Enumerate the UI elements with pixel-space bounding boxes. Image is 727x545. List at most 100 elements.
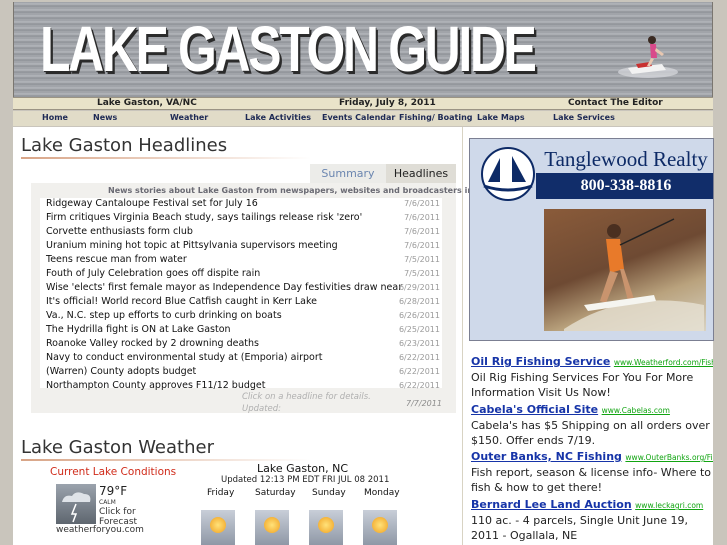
nav-weather[interactable]: Weather bbox=[170, 113, 208, 122]
news-title[interactable]: Corvette enthusiasts form club bbox=[46, 226, 193, 237]
news-date: 6/22/2011 bbox=[398, 367, 440, 376]
news-row[interactable]: Uranium mining hot topic at Pittsylvania… bbox=[40, 240, 442, 254]
news-row[interactable]: It's official! World record Blue Catfish… bbox=[40, 296, 442, 310]
news-title[interactable]: Northampton County approves F11/12 budge… bbox=[46, 380, 265, 391]
news-title[interactable]: (Warren) County adopts budget bbox=[46, 366, 196, 377]
banner-water-background: LAKE GASTON GUIDE bbox=[13, 2, 713, 97]
news-date: 7/6/2011 bbox=[404, 213, 440, 222]
news-updated-date: 7/7/2011 bbox=[406, 399, 442, 408]
news-title[interactable]: Uranium mining hot topic at Pittsylvania… bbox=[46, 240, 338, 251]
forecast-day: Sunday bbox=[312, 488, 346, 498]
news-title[interactable]: Roanoke Valley rocked by 2 drowning deat… bbox=[46, 338, 259, 349]
current-conditions-title: Current Lake Conditions bbox=[50, 466, 177, 478]
news-date: 6/26/2011 bbox=[398, 311, 440, 320]
sunny-icon bbox=[309, 510, 343, 545]
forecast-link[interactable]: Click for Forecast bbox=[99, 507, 139, 527]
site-banner: LAKE GASTON GUIDE bbox=[0, 0, 727, 97]
news-row[interactable]: Fouth of July Celebration goes off dispi… bbox=[40, 268, 442, 282]
news-row[interactable]: Wise 'elects' first female mayor as Inde… bbox=[40, 282, 442, 296]
news-date: 6/28/2011 bbox=[398, 297, 440, 306]
news-row[interactable]: Navy to conduct environmental study at (… bbox=[40, 352, 442, 366]
sponsored-item: Bernard Lee Land Auction www.leckagri.co… bbox=[471, 498, 713, 543]
sponsored-url[interactable]: www.Cabelas.com bbox=[602, 406, 670, 415]
news-date: 6/29/2011 bbox=[398, 283, 440, 292]
headlines-underline bbox=[21, 157, 311, 159]
news-title[interactable]: Fouth of July Celebration goes off dispi… bbox=[46, 268, 260, 279]
sponsored-title[interactable]: Cabela's Official Site bbox=[471, 403, 598, 416]
news-title[interactable]: The Hydrilla fight is ON at Lake Gaston bbox=[46, 324, 231, 335]
partly-sunny-icon bbox=[363, 510, 397, 545]
sponsored-url[interactable]: www.leckagri.com bbox=[635, 501, 703, 510]
ad-company-name: Tanglewood Realty bbox=[544, 147, 708, 171]
weather-heading: Lake Gaston Weather bbox=[21, 437, 214, 458]
contact-editor-link[interactable]: Contact The Editor bbox=[568, 98, 663, 109]
page-frame-left bbox=[0, 127, 13, 545]
nav-fishing-boating[interactable]: Fishing/ Boating bbox=[399, 113, 473, 122]
news-row[interactable]: Firm critiques Virginia Beach study, say… bbox=[40, 212, 442, 226]
sponsored-body: Fish report, season & license info- Wher… bbox=[471, 466, 712, 494]
news-date: 6/22/2011 bbox=[398, 353, 440, 362]
sponsored-item: Cabela's Official Site www.Cabelas.com C… bbox=[471, 403, 713, 448]
nav-lake-activities[interactable]: Lake Activities bbox=[245, 113, 311, 122]
news-date: 6/22/2011 bbox=[398, 381, 440, 390]
storm-cloud-icon[interactable] bbox=[56, 484, 96, 524]
nav-home[interactable]: Home bbox=[42, 113, 68, 122]
forecast-day: Monday bbox=[364, 488, 400, 498]
news-date: 7/5/2011 bbox=[404, 255, 440, 264]
sponsored-body: Oil Rig Fishing Services For You For Mor… bbox=[471, 371, 694, 399]
news-list: Ridgeway Cantaloupe Festival set for Jul… bbox=[40, 198, 442, 391]
page-frame-right bbox=[713, 127, 727, 545]
news-date: 7/6/2011 bbox=[404, 199, 440, 208]
sponsored-url[interactable]: www.Weatherford.com/FishingServic bbox=[614, 358, 713, 367]
sailboat-logo-icon bbox=[481, 147, 535, 201]
news-title[interactable]: Firm critiques Virginia Beach study, say… bbox=[46, 212, 362, 223]
partly-sunny-icon bbox=[201, 510, 235, 545]
news-row[interactable]: (Warren) County adopts budget 6/22/2011 bbox=[40, 366, 442, 380]
sponsored-item: Oil Rig Fishing Service www.Weatherford.… bbox=[471, 355, 713, 400]
news-title[interactable]: It's official! World record Blue Catfish… bbox=[46, 296, 317, 307]
news-row[interactable]: Corvette enthusiasts form club 7/6/2011 bbox=[40, 226, 442, 240]
tab-summary[interactable]: Summary bbox=[310, 164, 386, 183]
news-row[interactable]: Northampton County approves F11/12 budge… bbox=[40, 380, 442, 394]
location-label: Lake Gaston, VA/NC bbox=[97, 98, 197, 108]
news-row[interactable]: Ridgeway Cantaloupe Festival set for Jul… bbox=[40, 198, 442, 212]
nav-events-calendar[interactable]: Events Calendar bbox=[322, 113, 395, 122]
nav-lake-maps[interactable]: Lake Maps bbox=[477, 113, 525, 122]
current-temperature: 79°F bbox=[99, 484, 128, 498]
sponsored-title[interactable]: Oil Rig Fishing Service bbox=[471, 355, 610, 368]
nav-news[interactable]: News bbox=[93, 113, 117, 122]
weather-underline bbox=[21, 459, 311, 461]
date-label: Friday, July 8, 2011 bbox=[339, 98, 436, 108]
forecast-day: Friday bbox=[207, 488, 235, 498]
sponsored-body: 110 ac. - 4 parcels, Single Unit June 19… bbox=[471, 514, 688, 542]
news-date: 7/5/2011 bbox=[404, 269, 440, 278]
news-row[interactable]: The Hydrilla fight is ON at Lake Gaston 6… bbox=[40, 324, 442, 338]
sponsored-item: Outer Banks, NC Fishing www.OuterBanks.o… bbox=[471, 450, 713, 495]
tanglewood-realty-ad[interactable]: Tanglewood Realty 800-338-8816 bbox=[469, 138, 714, 341]
tab-headlines[interactable]: Headlines bbox=[386, 164, 456, 183]
sponsored-title[interactable]: Outer Banks, NC Fishing bbox=[471, 450, 622, 463]
news-title[interactable]: Wise 'elects' first female mayor as Inde… bbox=[46, 282, 402, 293]
partly-sunny-icon bbox=[255, 510, 289, 545]
main-nav: Home News Weather Lake Activities Events… bbox=[0, 110, 727, 127]
news-row[interactable]: Teens rescue man from water 7/5/2011 bbox=[40, 254, 442, 268]
news-title[interactable]: Va., N.C. step up efforts to curb drinki… bbox=[46, 310, 282, 321]
sponsored-body: Cabela's has $5 Shipping on all orders o… bbox=[471, 419, 710, 447]
news-title[interactable]: Teens rescue man from water bbox=[46, 254, 187, 265]
nav-lake-services[interactable]: Lake Services bbox=[553, 113, 615, 122]
wind-status: CALM bbox=[99, 499, 116, 506]
news-updated-label: Updated: bbox=[242, 404, 282, 414]
weather-source[interactable]: weatherforyou.com bbox=[56, 525, 144, 535]
news-description: News stories about Lake Gaston from news… bbox=[108, 186, 517, 195]
news-date: 7/6/2011 bbox=[404, 227, 440, 236]
news-date: 6/23/2011 bbox=[398, 339, 440, 348]
news-row[interactable]: Roanoke Valley rocked by 2 drowning deat… bbox=[40, 338, 442, 352]
sponsored-url[interactable]: www.OuterBanks.org/Fishing bbox=[625, 453, 713, 462]
news-title[interactable]: Ridgeway Cantaloupe Festival set for Jul… bbox=[46, 198, 258, 209]
forecast-day: Saturday bbox=[255, 488, 296, 498]
sponsored-title[interactable]: Bernard Lee Land Auction bbox=[471, 498, 632, 511]
news-title[interactable]: Navy to conduct environmental study at (… bbox=[46, 352, 322, 363]
news-date: 7/6/2011 bbox=[404, 241, 440, 250]
site-title: LAKE GASTON GUIDE bbox=[40, 13, 537, 85]
news-row[interactable]: Va., N.C. step up efforts to curb drinki… bbox=[40, 310, 442, 324]
